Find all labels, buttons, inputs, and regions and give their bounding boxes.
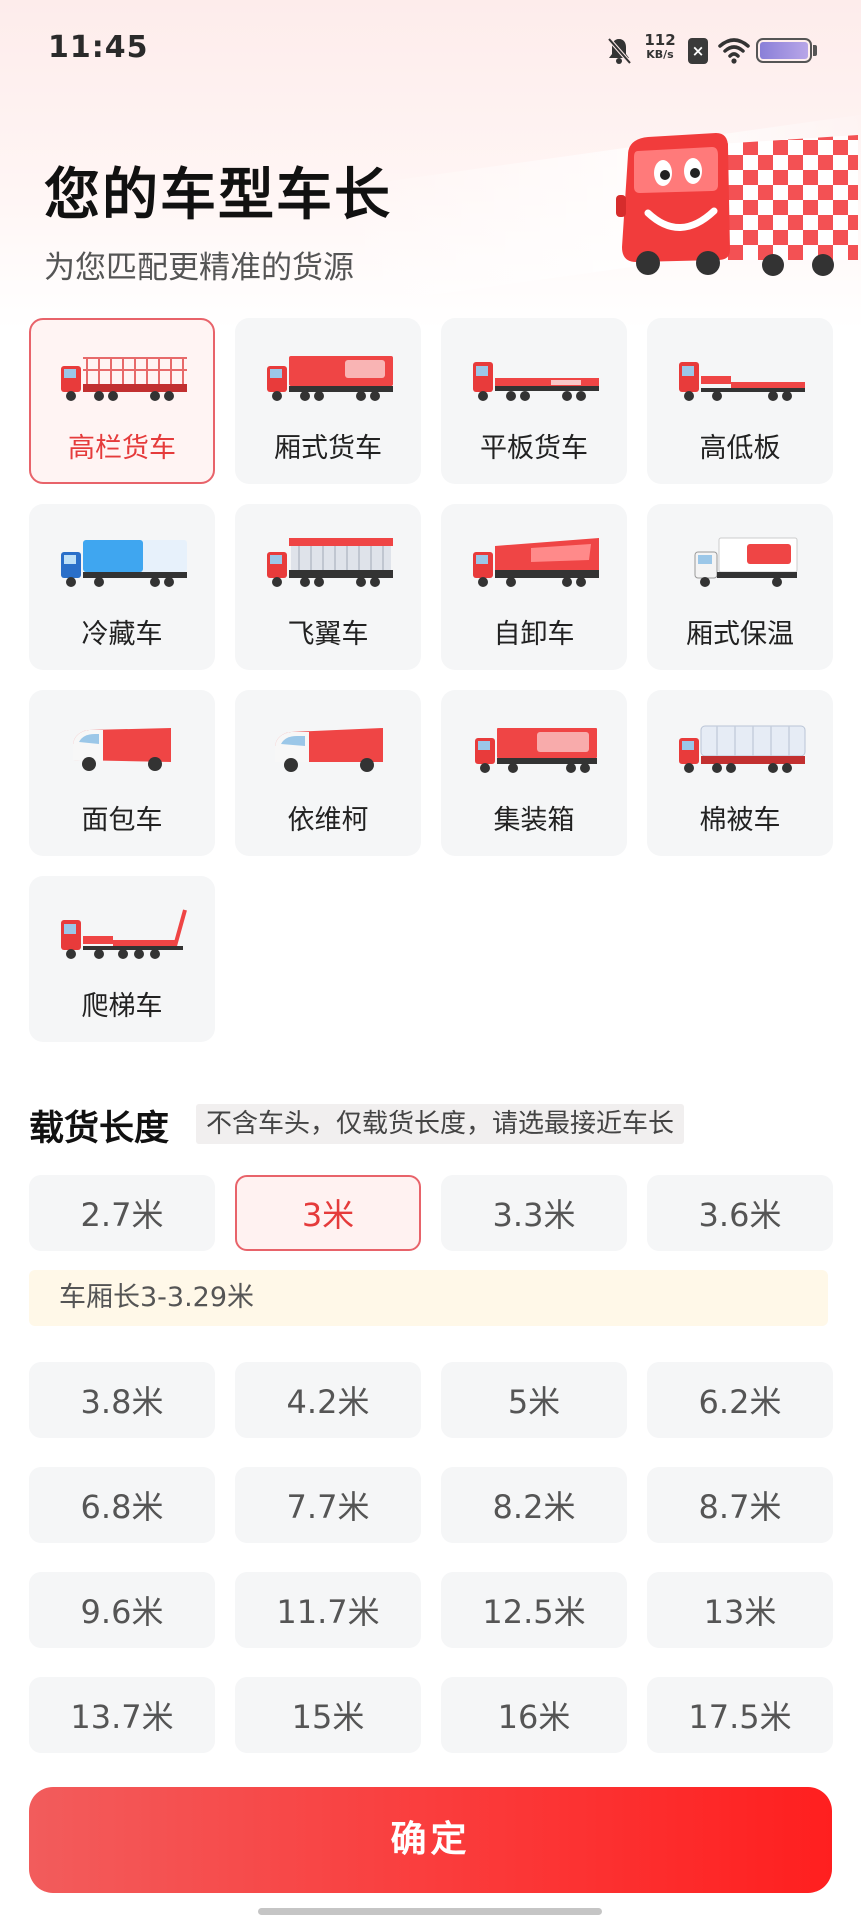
container-truck-icon	[475, 728, 597, 773]
battery-icon	[756, 38, 812, 63]
length-option[interactable]: 11.7米	[235, 1572, 421, 1648]
insulated-truck-icon	[694, 537, 798, 587]
page-title: 您的车型车长	[44, 163, 392, 228]
length-option[interactable]: 13米	[647, 1572, 833, 1648]
wifi-icon	[718, 38, 750, 64]
vehicle-label: 平板货车	[480, 433, 588, 464]
selected-length-note: 车厢长3-3.29米	[29, 1270, 828, 1326]
high-rail-truck-icon	[61, 357, 187, 401]
length-hint: 不含车头，仅载货长度，请选最接近车长	[196, 1104, 685, 1144]
length-section-title: 载货长度	[29, 1109, 170, 1149]
net-speed: 112 KB/s	[640, 32, 680, 61]
length-option[interactable]: 3.3米	[441, 1175, 627, 1251]
lowbed-truck-icon	[679, 362, 805, 401]
box-truck-icon	[267, 356, 393, 401]
vehicle-card-lowbed[interactable]: 高低板	[647, 318, 833, 484]
vehicle-card-high-rail[interactable]: 高栏货车	[29, 318, 215, 484]
length-option[interactable]: 9.6米	[29, 1572, 215, 1648]
vehicle-label: 高栏货车	[68, 433, 176, 464]
length-option[interactable]: 12.5米	[441, 1572, 627, 1648]
status-bar: 11:45 112 KB/s ×	[0, 0, 861, 100]
net-speed-value: 112	[644, 31, 676, 49]
vehicle-label: 面包车	[81, 805, 163, 836]
battery-tip	[813, 45, 817, 56]
vehicle-label: 飞翼车	[287, 619, 369, 650]
length-option[interactable]: 6.2米	[647, 1362, 833, 1438]
vehicle-card-quilt[interactable]: 棉被车	[647, 690, 833, 856]
bell-muted-icon	[607, 37, 632, 65]
page-subtitle: 为您匹配更精准的货源	[44, 250, 354, 286]
vehicle-card-iveco[interactable]: 依维柯	[235, 690, 421, 856]
refrigerated-truck-icon	[61, 540, 187, 587]
length-option[interactable]: 2.7米	[29, 1175, 215, 1251]
sim-off-icon: ×	[688, 38, 708, 64]
length-option[interactable]: 7.7米	[235, 1467, 421, 1543]
length-option[interactable]: 8.2米	[441, 1467, 627, 1543]
confirm-button[interactable]: 确定	[29, 1787, 832, 1893]
length-option[interactable]: 5米	[441, 1362, 627, 1438]
minivan-icon	[73, 728, 171, 771]
length-option[interactable]: 16米	[441, 1677, 627, 1753]
vehicle-label: 冷藏车	[81, 619, 163, 650]
dump-truck-icon	[473, 538, 599, 587]
vehicle-label: 爬梯车	[81, 991, 163, 1022]
length-option[interactable]: 15米	[235, 1677, 421, 1753]
length-option[interactable]: 6.8米	[29, 1467, 215, 1543]
vehicle-card-minivan[interactable]: 面包车	[29, 690, 215, 856]
vehicle-card-insulated[interactable]: 厢式保温	[647, 504, 833, 670]
iveco-van-icon	[275, 728, 383, 772]
length-option[interactable]: 4.2米	[235, 1362, 421, 1438]
vehicle-label: 厢式保温	[686, 619, 794, 650]
truck-mascot-icon	[616, 133, 858, 276]
length-option[interactable]: 17.5米	[647, 1677, 833, 1753]
vehicle-label: 自卸车	[493, 619, 575, 650]
length-option[interactable]: 8.7米	[647, 1467, 833, 1543]
length-option-selected[interactable]: 3米	[235, 1175, 421, 1251]
vehicle-label: 棉被车	[699, 805, 781, 836]
status-time: 11:45	[48, 30, 149, 65]
vehicle-card-box[interactable]: 厢式货车	[235, 318, 421, 484]
vehicle-label: 集装箱	[493, 805, 575, 836]
length-option[interactable]: 3.8米	[29, 1362, 215, 1438]
quilt-truck-icon	[679, 725, 806, 773]
home-indicator[interactable]	[258, 1908, 602, 1915]
vehicle-card-refrigerated[interactable]: 冷藏车	[29, 504, 215, 670]
wing-truck-icon	[267, 538, 393, 587]
vehicle-card-wing[interactable]: 飞翼车	[235, 504, 421, 670]
vehicle-card-dump[interactable]: 自卸车	[441, 504, 627, 670]
vehicle-label: 厢式货车	[274, 433, 382, 464]
flatbed-truck-icon	[473, 362, 599, 401]
vehicle-card-ladder[interactable]: 爬梯车	[29, 876, 215, 1042]
vehicle-label: 依维柯	[287, 805, 369, 836]
length-option[interactable]: 3.6米	[647, 1175, 833, 1251]
vehicle-label: 高低板	[699, 433, 781, 464]
ladder-truck-icon	[61, 909, 187, 959]
net-speed-unit: KB/s	[646, 48, 674, 61]
vehicle-type-grid: 高栏货车 厢式货车 平板货车 高低板 冷藏车 飞翼车 自卸车 厢式保温 面包车 …	[29, 318, 833, 1042]
vehicle-card-container[interactable]: 集装箱	[441, 690, 627, 856]
vehicle-card-flatbed[interactable]: 平板货车	[441, 318, 627, 484]
length-option[interactable]: 13.7米	[29, 1677, 215, 1753]
